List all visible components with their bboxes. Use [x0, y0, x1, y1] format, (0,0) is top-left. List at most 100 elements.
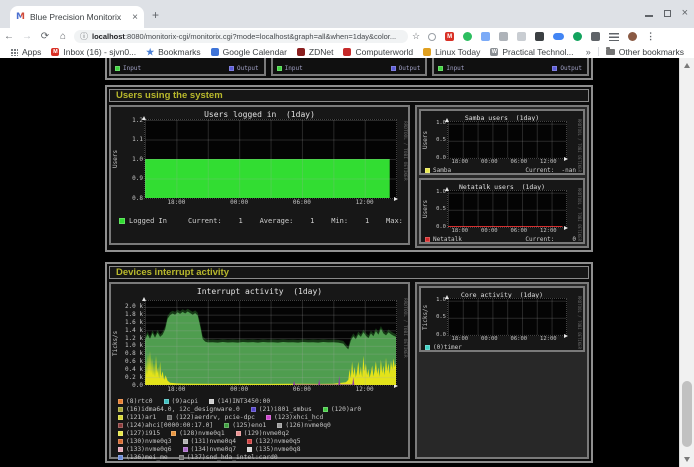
- y-tick-label: 2.0 k: [117, 303, 143, 310]
- graph-title: Interrupt activity (1day): [111, 287, 408, 296]
- apps-label[interactable]: Apps: [22, 47, 41, 57]
- legend-label: (14)INT3450:00: [217, 398, 270, 405]
- legend-swatch: [323, 407, 328, 412]
- computerworld-icon: [343, 48, 351, 56]
- users-right-column: Samba users (1day) Users RRDTOOL / TOBI …: [415, 105, 589, 248]
- vertical-scrollbar[interactable]: [679, 58, 694, 467]
- monitorix-favicon: M: [16, 12, 25, 22]
- back-icon[interactable]: ←: [0, 31, 18, 42]
- close-button[interactable]: ×: [682, 9, 688, 17]
- legend-swatch: [167, 415, 172, 420]
- reload-icon[interactable]: ⟳: [36, 31, 54, 42]
- forward-icon[interactable]: →: [18, 31, 36, 42]
- core-activity-graph[interactable]: Core activity (1day) Ticks/s RRDTOOL / T…: [419, 286, 585, 352]
- legend-label: (131)nvme0q4: [191, 438, 237, 445]
- other-bookmarks[interactable]: Other bookmarks: [606, 47, 684, 57]
- legend-swatch: [183, 447, 188, 452]
- rrdtool-watermark: RRDTOOL / TOBI OETIKER: [402, 298, 407, 358]
- legend-swatch: [236, 431, 241, 436]
- bookmark-label: Practical Technol...: [502, 47, 573, 57]
- blue-oval-icon[interactable]: [553, 33, 564, 40]
- samba-users-graph[interactable]: Samba users (1day) Users RRDTOOL / TOBI …: [419, 109, 585, 175]
- interrupt-activity-graph[interactable]: Interrupt activity (1day) Ticks/s RRDTOO…: [109, 282, 410, 459]
- legend-label: (121)ar1: [126, 414, 156, 421]
- search-icon[interactable]: [428, 33, 436, 41]
- core-plot: 1.00.50.018:0000:0006:0012:00: [447, 298, 567, 336]
- bookmark-item[interactable]: Computerworld: [343, 47, 413, 57]
- section-header-users: Users using the system: [109, 89, 589, 102]
- network-graph-3[interactable]: Input Output: [432, 58, 589, 76]
- home-icon[interactable]: ⌂: [54, 31, 72, 42]
- bookmark-item[interactable]: ZDNet: [297, 47, 334, 57]
- light-box-icon[interactable]: [517, 32, 526, 41]
- new-tab-button[interactable]: +: [152, 8, 159, 22]
- minimize-button[interactable]: [645, 15, 653, 17]
- tab-close-icon[interactable]: ×: [132, 12, 138, 23]
- linuxtoday-icon: [423, 48, 431, 56]
- copy-pages-icon[interactable]: [481, 32, 490, 41]
- section-interrupts: Devices interrupt activity Interrupt act…: [105, 262, 593, 463]
- apps-grid-icon[interactable]: [10, 48, 18, 56]
- menu-dots-icon[interactable]: ⋮: [646, 32, 655, 41]
- bookmarks-separator: [598, 47, 599, 56]
- legend-label: (127)i915: [126, 430, 160, 437]
- section-network-partial: Input Output Input Output Input Output: [105, 58, 593, 80]
- star-icon: ★: [146, 48, 154, 56]
- scrollbar-thumb[interactable]: [682, 381, 692, 447]
- graph-title: Users logged in (1day): [111, 110, 408, 119]
- grey-box-icon[interactable]: [499, 32, 508, 41]
- browser-tab[interactable]: M Blue Precision Monitorix ×: [10, 6, 144, 28]
- legend: (0)timer: [425, 344, 576, 351]
- green-globe-icon[interactable]: [463, 32, 472, 41]
- maximize-button[interactable]: [664, 10, 671, 17]
- bookmarks-overflow-chevron[interactable]: »: [586, 47, 591, 57]
- green-circle-icon[interactable]: [573, 32, 582, 41]
- bookmark-item[interactable]: MInbox (16) - sjvn0...: [51, 47, 136, 57]
- samba-plot: 1.00.50.018:0000:0006:0012:00: [447, 121, 567, 159]
- bookmark-label: ZDNet: [309, 47, 334, 57]
- legend-label: (134)nvme0q7: [191, 446, 237, 453]
- legend-label: (21)i801_smbus: [259, 406, 312, 413]
- bookmark-items: MInbox (16) - sjvn0... ★ Bookmarks Google C…: [41, 47, 573, 57]
- bookmark-star-icon[interactable]: ☆: [412, 31, 420, 42]
- scroll-up-icon[interactable]: [684, 63, 690, 68]
- y-tick-label: 1.0: [424, 189, 446, 195]
- legend-swatch: [179, 455, 184, 460]
- network-graph-1[interactable]: Input Output: [109, 58, 266, 76]
- legend-swatch: [183, 439, 188, 444]
- x-tick-label: 06:00: [511, 336, 528, 342]
- gmail-extension-icon[interactable]: M: [445, 32, 454, 41]
- y-tick-label: 0.9: [117, 175, 143, 182]
- y-tick-label: 0.0: [424, 155, 446, 161]
- users-logged-in-graph[interactable]: Users logged in (1day) Users RRDTOOL / T…: [109, 105, 410, 245]
- x-tick-label: 00:00: [230, 386, 248, 393]
- users-plot: 1.21.11.00.90.818:0000:0006:0012:00: [144, 119, 397, 199]
- bookmark-item[interactable]: ★ Bookmarks: [146, 47, 201, 57]
- page-info-icon[interactable]: ⓘ: [80, 31, 88, 42]
- avatar[interactable]: [628, 32, 637, 41]
- bookmark-label: Bookmarks: [158, 47, 201, 57]
- bookmark-item[interactable]: WPractical Technol...: [490, 47, 573, 57]
- legend-row: (127)i915(128)nvme0q1(129)nvme0q2: [118, 429, 405, 437]
- x-tick-label: 18:00: [167, 199, 185, 206]
- y-tick-label: 0.0: [424, 224, 446, 230]
- tune-icon[interactable]: [609, 33, 619, 41]
- bookmark-item[interactable]: Google Calendar: [211, 47, 287, 57]
- x-tick-label: 06:00: [511, 228, 528, 234]
- dark-square-icon[interactable]: [535, 32, 544, 41]
- network-graph-2[interactable]: Input Output: [271, 58, 428, 76]
- bookmark-item[interactable]: Linux Today: [423, 47, 480, 57]
- legend-swatch: [266, 415, 271, 420]
- netatalk-users-graph[interactable]: Netatalk users (1day) Users RRDTOOL / TO…: [419, 178, 585, 244]
- legend-swatch: [118, 399, 123, 404]
- legend-row: (133)nvme0q6(134)nvme0q7(135)nvme0q8: [118, 445, 405, 453]
- legend: Netatalk Current: 0: [425, 236, 576, 243]
- y-tick-label: 0.6 k: [117, 358, 143, 365]
- input-swatch: [438, 66, 443, 71]
- legend-label: (130)nvme0q3: [126, 438, 172, 445]
- scroll-down-icon[interactable]: [684, 457, 690, 462]
- address-input[interactable]: ⓘ localhost :8080/monitorix-cgi/monitori…: [74, 30, 408, 43]
- extensions-puzzle-icon[interactable]: [591, 32, 600, 41]
- output-label: Output: [560, 65, 582, 72]
- section-header-interrupts: Devices interrupt activity: [109, 266, 589, 279]
